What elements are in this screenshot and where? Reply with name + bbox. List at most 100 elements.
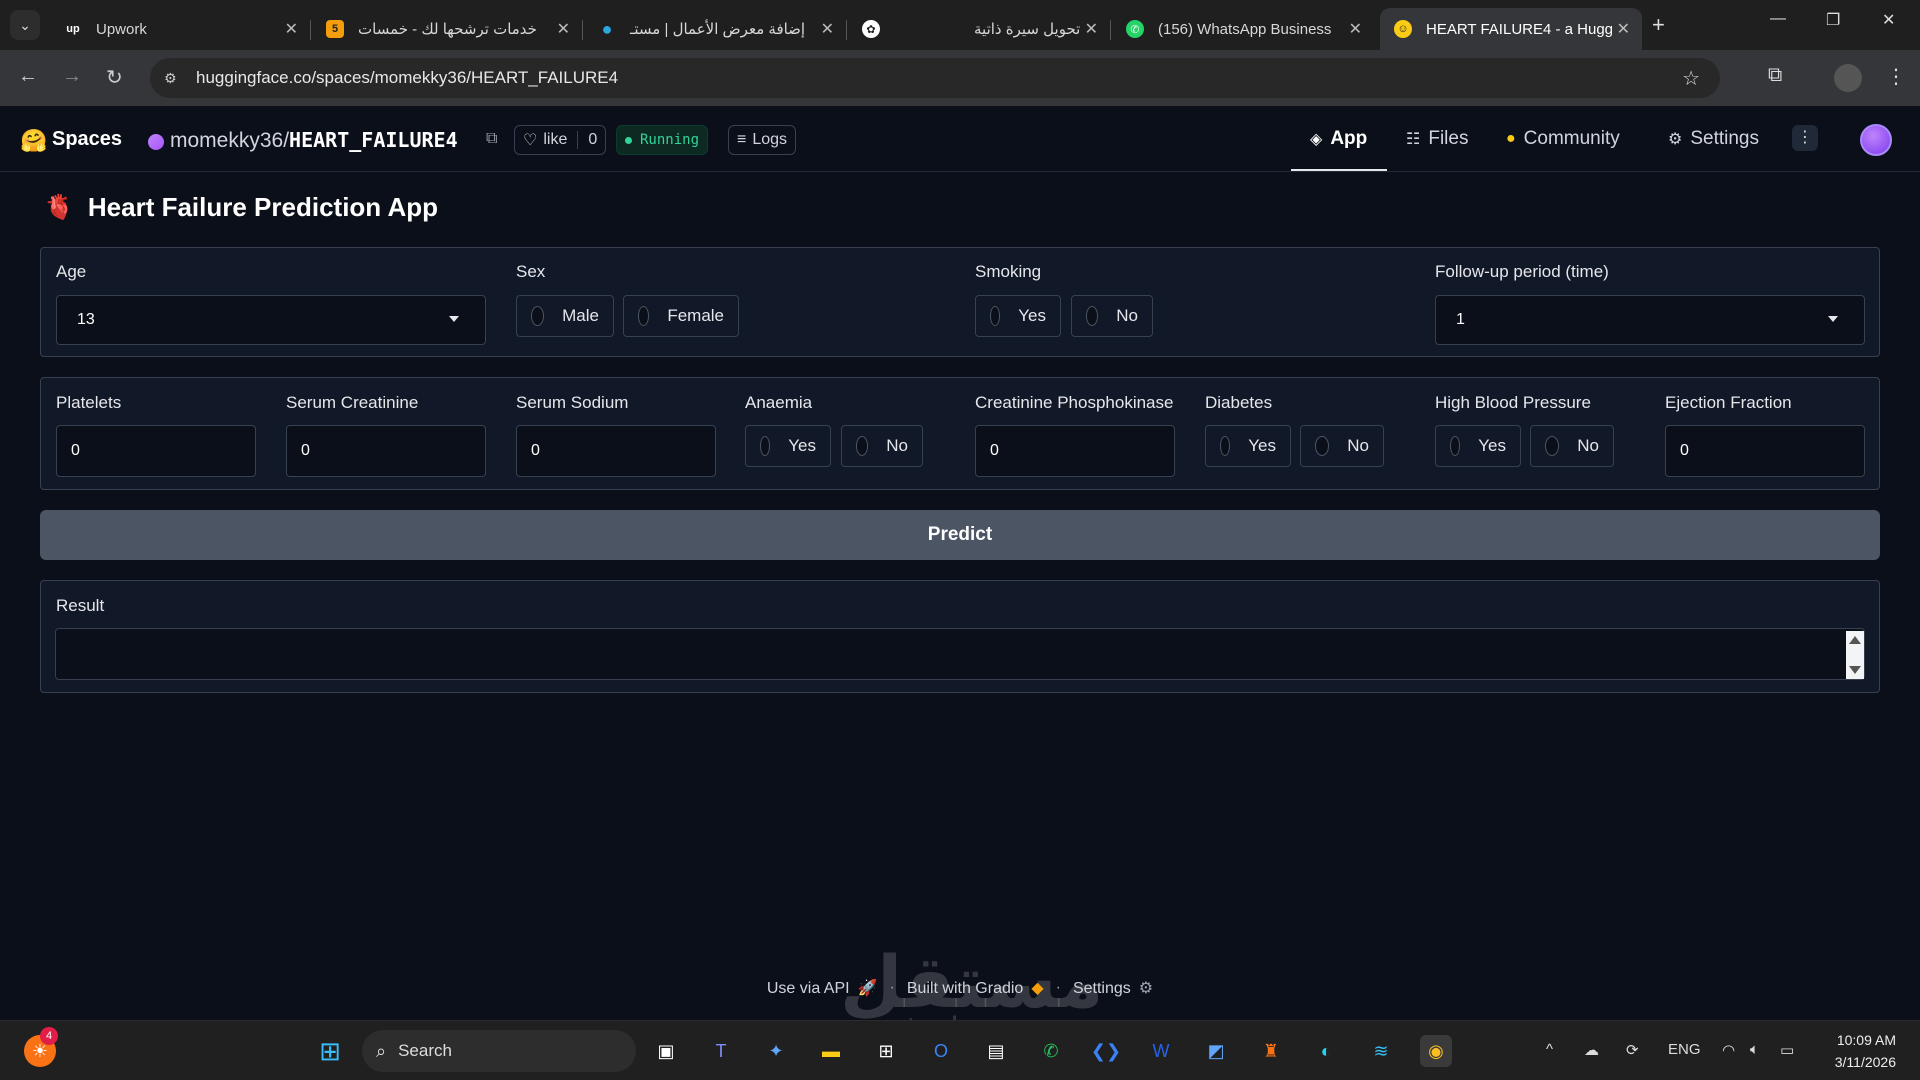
hbp-radio-no[interactable]: No [1530,425,1614,467]
ssms-icon[interactable]: ◩ [1200,1035,1232,1067]
close-tab-icon[interactable]: ✕ [1349,19,1362,39]
tab-search-button[interactable]: ⌄ [10,10,40,40]
show-hidden-icons[interactable]: ^ [1546,1041,1553,1058]
status-badge[interactable]: Running [616,125,709,155]
serum-creatinine-input[interactable]: 0 [286,425,486,477]
address-bar[interactable]: ⚙ huggingface.co/spaces/momekky36/HEART_… [150,58,1720,98]
browser-tab[interactable]: ✿ تحويل سيرة ذاتية ✕ [848,8,1111,50]
copy-icon[interactable]: ⧉ [486,130,497,148]
close-window-icon[interactable]: ✕ [1882,10,1895,30]
browser-tab[interactable]: 5 خدمات ترشحها لك - خمسات ✕ [312,8,583,50]
edge-icon[interactable]: ◐ [1310,1035,1342,1067]
predict-button[interactable]: Predict [40,510,1880,560]
back-icon[interactable]: ← [18,65,38,88]
bookmark-star-icon[interactable]: ☆ [1682,66,1700,91]
cpk-input[interactable]: 0 [975,425,1175,477]
ejection-input[interactable]: 0 [1665,425,1865,477]
radio-circle[interactable] [760,436,771,456]
sex-radio-female[interactable]: Female [623,295,739,337]
browser-tab[interactable]: ✆ (156) WhatsApp Business ✕ [1112,8,1374,50]
close-tab-icon[interactable]: ✕ [557,19,570,39]
url-text[interactable]: huggingface.co/spaces/momekky36/HEART_FA… [196,68,618,88]
logs-button[interactable]: ≡ Logs [728,125,797,155]
close-tab-icon[interactable]: ✕ [285,19,298,39]
browser-menu-icon[interactable]: ⋮ [1886,64,1906,89]
language-indicator[interactable]: ENG [1668,1041,1701,1058]
spaces-link[interactable]: Spaces [52,128,122,151]
minimize-icon[interactable]: — [1770,10,1786,28]
sync-icon[interactable]: ⟳ [1626,1041,1639,1059]
hbp-radio-yes[interactable]: Yes [1435,425,1521,467]
whatsapp-icon[interactable]: ✆ [1035,1035,1067,1067]
browser-tab[interactable]: up Upwork ✕ [50,8,311,50]
use-via-api-link[interactable]: Use via API 🚀 [767,978,878,998]
built-with-gradio-link[interactable]: Built with Gradio ◆ [907,978,1044,998]
restore-icon[interactable]: ❐ [1826,10,1840,30]
outlook-icon[interactable]: O [925,1035,957,1067]
notepad-icon[interactable]: ▤ [980,1035,1012,1067]
repo-name[interactable]: HEART_FAILURE4 [289,128,458,152]
result-scrollbar[interactable] [1846,631,1864,679]
followup-dropdown[interactable]: 1 [1435,295,1865,345]
brave-icon[interactable]: ♜ [1255,1035,1287,1067]
task-view-icon[interactable]: ▣ [650,1035,682,1067]
tab-settings[interactable]: ⚙ Settings [1668,128,1759,150]
smoking-radio-yes[interactable]: Yes [975,295,1061,337]
like-button[interactable]: ♡ like 0 [514,125,607,155]
owner-name[interactable]: momekky36 [170,129,283,152]
platelets-input[interactable]: 0 [56,425,256,477]
onedrive-icon[interactable]: ☁ [1584,1041,1599,1059]
scroll-down-icon[interactable] [1849,666,1861,674]
teams-icon[interactable]: T [705,1035,737,1067]
repo-path[interactable]: momekky36/HEART_FAILURE4 [170,128,458,153]
more-options-icon[interactable]: ⋮ [1792,125,1818,151]
sex-radio-male[interactable]: Male [516,295,614,337]
radio-circle[interactable] [856,436,869,456]
windows-start-icon[interactable]: ⊞ [314,1035,346,1067]
radio-circle[interactable] [1315,436,1330,456]
close-tab-icon[interactable]: ✕ [1617,19,1630,39]
huggingface-logo-icon[interactable]: 🤗 [20,128,47,154]
pycharm-icon[interactable]: ≋ [1365,1035,1397,1067]
file-explorer-icon[interactable]: ▬ [815,1035,847,1067]
extensions-icon[interactable]: ⧉ [1768,64,1782,87]
radio-circle[interactable] [1450,436,1461,456]
taskbar-search[interactable]: ⌕ Search [362,1030,636,1072]
copilot-icon[interactable]: ✦ [760,1035,792,1067]
user-avatar[interactable] [1860,124,1892,156]
radio-circle[interactable] [1220,436,1231,456]
smoking-radio-no[interactable]: No [1071,295,1153,337]
tab-community[interactable]: ● Community [1506,128,1620,150]
anaemia-radio-yes[interactable]: Yes [745,425,831,467]
reload-icon[interactable]: ↻ [106,65,123,90]
browser-tab-active[interactable]: ☺ HEART FAILURE4 - a Hugg ✕ [1380,8,1642,50]
wifi-icon[interactable]: ◠ [1722,1041,1735,1059]
radio-circle[interactable] [638,306,650,326]
age-dropdown[interactable]: 13 [56,295,486,345]
tab-app[interactable]: ◈ App [1310,128,1367,150]
profile-avatar[interactable] [1834,64,1862,92]
close-tab-icon[interactable]: ✕ [1085,19,1098,39]
vscode-icon[interactable]: ❮❯ [1090,1035,1122,1067]
site-info-icon[interactable]: ⚙ [164,70,186,87]
scroll-up-icon[interactable] [1849,636,1861,644]
tab-files[interactable]: ☷ Files [1406,128,1468,150]
radio-circle[interactable] [1545,436,1560,456]
diabetes-radio-no[interactable]: No [1300,425,1384,467]
diabetes-radio-yes[interactable]: Yes [1205,425,1291,467]
battery-icon[interactable]: ▭ [1780,1041,1794,1059]
new-tab-icon[interactable]: + [1652,12,1665,38]
footer-settings-link[interactable]: Settings ⚙ [1073,978,1153,998]
store-icon[interactable]: ⊞ [870,1035,902,1067]
volume-icon[interactable]: 🔈︎ [1750,1041,1759,1058]
forward-icon[interactable]: → [62,65,82,88]
radio-circle[interactable] [1086,306,1099,326]
chrome-icon[interactable]: ◉ [1420,1035,1452,1067]
system-clock[interactable]: 10:09 AM 3/11/2026 [1835,1029,1896,1073]
browser-tab[interactable]: ● إضافة معرض الأعمال | مستـ ✕ [584,8,847,50]
radio-circle[interactable] [990,306,1001,326]
close-tab-icon[interactable]: ✕ [821,19,834,39]
serum-sodium-input[interactable]: 0 [516,425,716,477]
radio-circle[interactable] [531,306,545,326]
result-textbox[interactable] [55,628,1865,680]
